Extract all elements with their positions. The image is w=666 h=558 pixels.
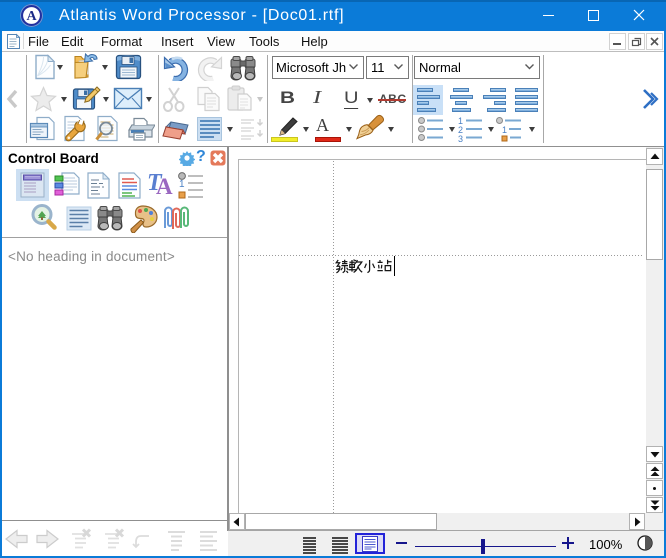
svg-text:1: 1: [502, 125, 507, 135]
svg-text:1: 1: [179, 179, 185, 190]
svg-text:A: A: [26, 9, 37, 24]
svg-text:3: 3: [458, 134, 463, 142]
